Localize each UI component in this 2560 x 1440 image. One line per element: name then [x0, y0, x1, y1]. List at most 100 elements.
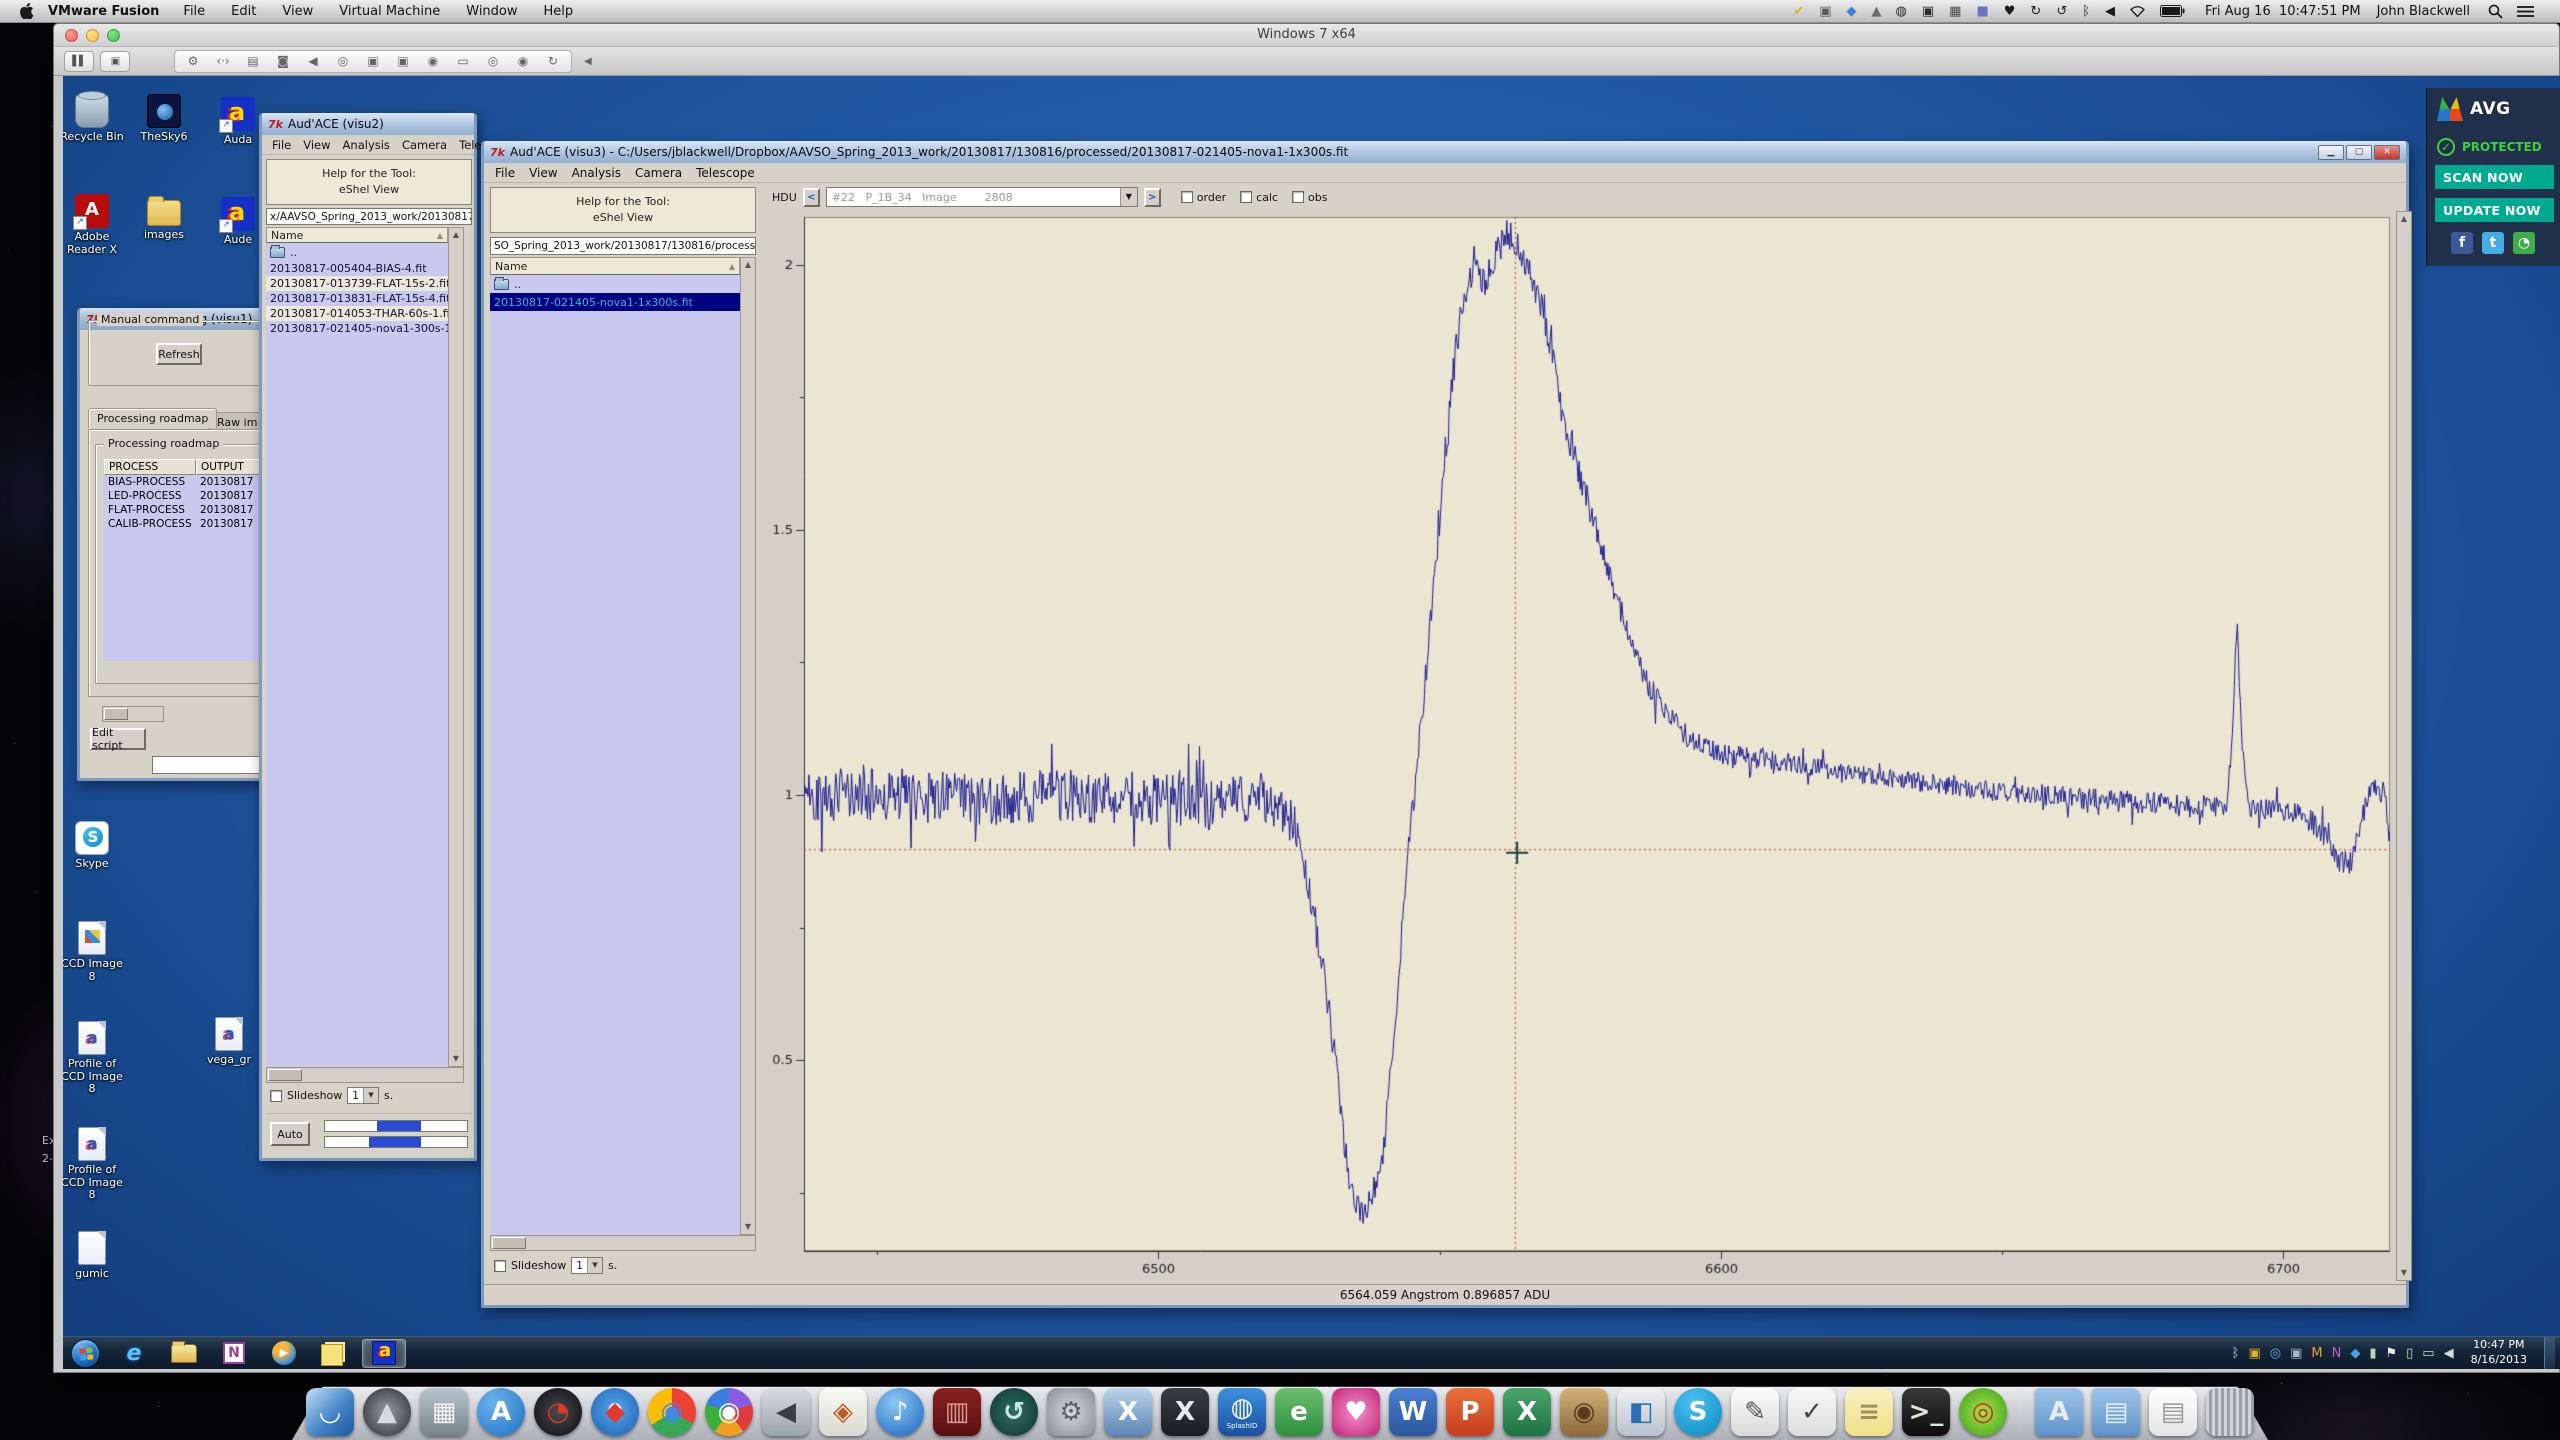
dock-launchpad[interactable]: ▲: [363, 1388, 411, 1436]
hdu-prev-button[interactable]: <: [803, 188, 820, 207]
parent-dir-row[interactable]: ..: [266, 243, 448, 261]
col-process[interactable]: PROCESS: [104, 459, 196, 475]
snapshots-button[interactable]: ▣: [100, 51, 130, 72]
plot-v-scrollbar[interactable]: ▲▼: [2396, 211, 2412, 1281]
tray-onenote-icon[interactable]: N: [2332, 1347, 2342, 1360]
close-button[interactable]: ✕: [2374, 145, 2400, 160]
dock-skype[interactable]: S: [1674, 1388, 1722, 1436]
battery-icon[interactable]: [2160, 5, 2185, 17]
tray-bluetooth-icon[interactable]: ᛒ: [2232, 1347, 2240, 1360]
file-row[interactable]: 20130817-014053-THAR-60s-1.fit: [266, 306, 448, 321]
notification-center-icon[interactable]: [2517, 5, 2534, 18]
visu2-path-bar[interactable]: x/AAVSO_Spring_2013_work/20130817/1: [266, 208, 472, 225]
visu3-titlebar[interactable]: 7k Aud'ACE (visu3) - C:/Users/jblackwell…: [484, 141, 2406, 163]
tray-flag-icon[interactable]: ⚑: [2385, 1347, 2397, 1360]
refresh-button[interactable]: Refresh: [156, 343, 202, 365]
sound-card-icon[interactable]: ◀: [299, 52, 327, 71]
indigo-box-icon[interactable]: ■: [1976, 5, 1988, 18]
show-desktop-button[interactable]: [2544, 1337, 2555, 1370]
start-button[interactable]: [71, 1339, 100, 1368]
logged-in-user[interactable]: John Blackwell: [2377, 4, 2470, 19]
mac-menu-item[interactable]: Window: [466, 4, 517, 19]
disc-icon[interactable]: ◎: [479, 52, 507, 71]
slideshow-checkbox[interactable]: [494, 1260, 506, 1272]
dock-iphoto[interactable]: ◈: [819, 1388, 867, 1436]
camera-icon[interactable]: ◙: [269, 52, 297, 71]
dock-vmware-fusion[interactable]: ◧: [1617, 1388, 1665, 1436]
hdu-checkbox[interactable]: [1292, 191, 1304, 203]
dock-safari[interactable]: ◆: [591, 1388, 639, 1436]
norton-status-icon[interactable]: ✔: [1793, 5, 1804, 18]
taskbar-explorer[interactable]: [162, 1339, 206, 1368]
visu2-name-header[interactable]: Name ▲: [266, 227, 448, 243]
visu2-menu-item[interactable]: File: [266, 137, 297, 153]
desktop-icon-thesky6[interactable]: TheSky6: [132, 94, 196, 144]
mac-menu-item[interactable]: Help: [544, 4, 574, 19]
file-row[interactable]: 20130817-013739-FLAT-15s-2.fit: [266, 276, 448, 291]
spectrum-plot[interactable]: [764, 211, 2396, 1281]
volume-icon[interactable]: ◀: [2105, 5, 2115, 18]
visu3-menu-item[interactable]: Camera: [628, 165, 689, 181]
taskbar-wmp[interactable]: ▶: [262, 1339, 306, 1368]
visu2-menu-item[interactable]: Camera: [396, 137, 453, 153]
dock-notes[interactable]: ≡: [1845, 1388, 1893, 1436]
avg-update-now-button[interactable]: UPDATE NOW: [2435, 198, 2554, 222]
bluetooth-icon[interactable]: ᛒ: [2082, 5, 2090, 18]
mac-menu-item[interactable]: Edit: [231, 4, 256, 19]
visu3-menu-item[interactable]: Analysis: [565, 165, 628, 181]
hdu-select[interactable]: #22 P_1B_34 Image 2808 ▼: [826, 187, 1138, 207]
dock-heart-app[interactable]: ♥: [1332, 1388, 1380, 1436]
facebook-icon[interactable]: f: [2451, 232, 2473, 254]
visu2-h-scrollbar[interactable]: [266, 1067, 464, 1083]
desktop-icon-recycle-bin[interactable]: Recycle Bin: [63, 94, 124, 144]
mouse-icon[interactable]: ◉: [419, 52, 447, 71]
dock-photo-booth[interactable]: ▥: [933, 1388, 981, 1436]
alert-icon[interactable]: ◍: [1896, 5, 1907, 18]
visu2-v-scrollbar[interactable]: ▲▼: [448, 227, 464, 1067]
toolbar-collapse-arrow[interactable]: ◀: [584, 56, 592, 67]
time-machine-icon[interactable]: ↺: [2056, 5, 2067, 18]
cd-dvd-icon[interactable]: ◎: [329, 52, 357, 71]
hdu-dropdown-arrow[interactable]: ▼: [1120, 188, 1137, 206]
dock-trash[interactable]: [2206, 1388, 2254, 1436]
visu3-path-bar[interactable]: SO_Spring_2013_work/20130817/130816/proc…: [490, 237, 756, 255]
dock-documents-folder[interactable]: ▤: [2092, 1388, 2140, 1436]
printer-icon[interactable]: ▭: [449, 52, 477, 71]
grid-icon[interactable]: ▦: [1949, 5, 1961, 18]
active-app-name[interactable]: VMware Fusion: [48, 4, 159, 19]
visu3-menu-item[interactable]: Telescope: [689, 165, 762, 181]
maximize-button[interactable]: ▢: [2346, 145, 2372, 160]
hdu-checkbox[interactable]: [1181, 191, 1193, 203]
tray-avg-icon[interactable]: ▣: [2248, 1347, 2260, 1360]
file-row[interactable]: 20130817-021405-nova1-300s-1.fit: [266, 321, 448, 336]
dock-applications-folder[interactable]: A: [2035, 1388, 2083, 1436]
dock-mission-control[interactable]: ▦: [420, 1388, 468, 1436]
mac-menu-item[interactable]: File: [183, 4, 205, 19]
parent-dir-row[interactable]: ..: [490, 275, 740, 293]
speedtest-icon[interactable]: ◔: [2513, 232, 2535, 254]
twitter-icon[interactable]: t: [2482, 232, 2504, 254]
dock-picasa[interactable]: ◉: [705, 1388, 753, 1436]
dock-textedit[interactable]: ▤: [2149, 1388, 2197, 1436]
hdu-next-button[interactable]: >: [1144, 188, 1161, 207]
visu3-v-scrollbar[interactable]: ▲▼: [740, 257, 756, 1235]
displays-icon[interactable]: ▣: [1922, 5, 1934, 18]
mac-menu-item[interactable]: Virtual Machine: [339, 4, 440, 19]
network-adapter-icon[interactable]: ‹·›: [209, 52, 237, 71]
vmware-titlebar[interactable]: Windows 7 x64: [54, 24, 2559, 47]
dock-dashboard[interactable]: ◔: [534, 1388, 582, 1436]
visu2-titlebar[interactable]: 7k Aud'ACE (visu2): [262, 113, 474, 135]
tab-processing-roadmap[interactable]: Processing roadmap: [88, 408, 217, 428]
dock-finder[interactable]: ◡: [306, 1388, 354, 1436]
visu3-h-scrollbar[interactable]: [490, 1235, 756, 1251]
desktop-icon-profile-ccd-2[interactable]: Profile of CCD Image 8: [63, 1127, 124, 1202]
taskbar-audela[interactable]: [362, 1339, 406, 1368]
high-threshold-slider[interactable]: [324, 1120, 468, 1132]
dock-squirrel-app[interactable]: ◉: [1560, 1388, 1608, 1436]
desktop-icon-adobe-reader-x[interactable]: Adobe Reader X: [63, 194, 124, 256]
hdu-checkbox[interactable]: [1240, 191, 1252, 203]
tray-network-icon[interactable]: ▭: [2422, 1347, 2434, 1360]
auto-levels-button[interactable]: Auto: [270, 1122, 310, 1146]
slideshow-interval-select[interactable]: 1▼: [571, 1257, 603, 1274]
avg-alert-icon[interactable]: ▲: [1872, 5, 1882, 18]
